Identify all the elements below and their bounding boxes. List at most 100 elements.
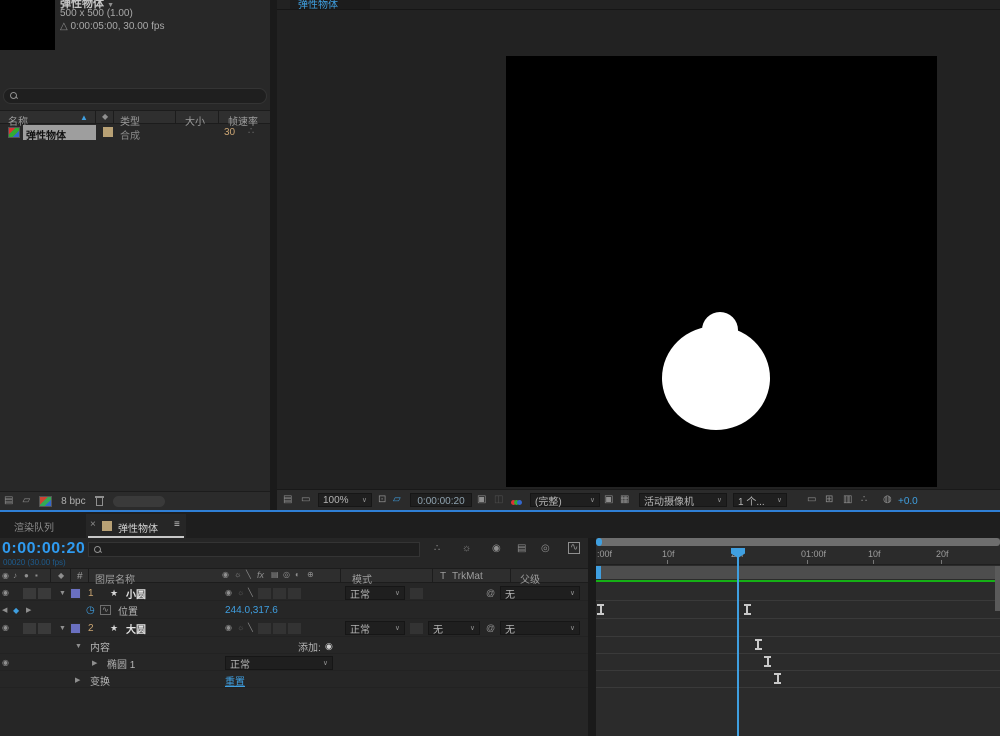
expand-triangle-icon[interactable]: ▶ — [75, 677, 80, 684]
current-timecode[interactable]: 0:00:00:20 — [2, 540, 85, 558]
composition-viewport[interactable] — [506, 56, 937, 487]
panel-menu-icon[interactable]: ≡ — [174, 520, 180, 530]
pixel-aspect-correction-icon[interactable]: ⊞ — [825, 495, 833, 505]
active-camera-dropdown[interactable]: 活动摄像机 ∨ — [639, 493, 727, 507]
exposure-value[interactable]: +0.0 — [898, 496, 918, 507]
av-shy-icon[interactable]: ◉ — [225, 624, 232, 632]
add-shape-icon[interactable]: ◉ — [325, 642, 333, 651]
switch-cell[interactable] — [258, 588, 271, 599]
stacked-windows-icon[interactable]: ▤ — [283, 495, 292, 505]
av-collapse-icon[interactable]: ☼ — [237, 624, 244, 632]
av-shy-icon[interactable]: ◉ — [225, 589, 232, 597]
layer-color-swatch[interactable] — [70, 588, 81, 599]
column-t[interactable]: T — [440, 571, 446, 582]
region-of-interest-icon[interactable]: ⊡ — [378, 495, 386, 505]
monitor-icon[interactable]: ▭ — [301, 495, 310, 505]
layer-row-2[interactable]: ◉ ▼ 2 ★ 大圆 ◉ ☼ ╲ 正常 ∨ 无 ∨ @ — [0, 620, 588, 636]
position-value[interactable]: 244.0,317.6 — [225, 605, 278, 616]
pickwhip-icon[interactable]: @ — [486, 589, 495, 598]
view-count-dropdown[interactable]: 1 个... ∨ — [733, 493, 787, 507]
exposure-shutter-icon[interactable]: ◍ — [883, 495, 892, 505]
work-area-bar[interactable] — [596, 566, 1000, 579]
label-color-swatch[interactable] — [103, 127, 113, 137]
tab-render-queue[interactable]: 渲染队列 — [14, 519, 54, 534]
trkmat-dropdown[interactable]: 无 ∨ — [428, 621, 480, 635]
motion-blur-icon[interactable]: ◎ — [541, 544, 550, 554]
reset-link[interactable]: 重置 — [225, 673, 245, 688]
parent-dropdown[interactable]: 无 ∨ — [500, 586, 580, 600]
draft-3d-icon[interactable]: ☼ — [462, 544, 471, 554]
column-parent[interactable]: 父级 — [520, 571, 540, 586]
navigator-start-handle[interactable] — [596, 538, 602, 546]
work-area-start-handle[interactable] — [596, 566, 601, 579]
graph-include-icon[interactable]: ∿ — [100, 605, 111, 615]
switch-cell[interactable] — [258, 623, 271, 634]
stopwatch-icon[interactable]: ◷ — [86, 605, 95, 616]
bpc-button[interactable]: 8 bpc — [61, 496, 85, 507]
expand-triangle-icon[interactable]: ▼ — [75, 643, 82, 650]
time-ruler[interactable]: :00f 10f 20f 01:00f 10f 20f — [596, 546, 1000, 565]
keyframe-marker[interactable] — [764, 656, 771, 667]
shape-group-name[interactable]: 椭圆 1 — [107, 656, 135, 671]
timeline-flowchart-icon[interactable]: ∴ — [861, 495, 867, 505]
show-channels-icon[interactable] — [511, 497, 520, 508]
panel-divider[interactable] — [270, 0, 277, 510]
trkmat-toggle-cell[interactable] — [410, 623, 423, 634]
property-row-position[interactable]: ◀ ◆ ▶ ◷ ∿ 位置 244.0,317.6 — [0, 602, 588, 618]
magnification-dropdown[interactable]: 100% ∨ — [318, 493, 372, 507]
keyframe-marker[interactable] — [744, 604, 751, 615]
group-name[interactable]: 变换 — [90, 673, 110, 688]
group-row-transform[interactable]: ▶ 变换 重置 — [0, 672, 588, 688]
keyframe-marker[interactable] — [774, 673, 781, 684]
av-collapse-icon[interactable]: ☼ — [237, 589, 244, 597]
interpret-footage-icon[interactable]: ▤ — [4, 496, 13, 506]
expand-triangle-icon[interactable]: ▼ — [59, 625, 66, 632]
flowchart-pill[interactable] — [113, 496, 165, 507]
hide-shy-layers-icon[interactable]: ◉ — [492, 544, 501, 554]
snapshot-camera-icon[interactable]: ▣ — [477, 495, 486, 505]
viewer-timecode[interactable]: 0:00:00:20 — [410, 493, 472, 507]
sort-asc-icon[interactable]: ▲ — [80, 113, 88, 122]
keyframe-marker[interactable] — [755, 639, 762, 650]
timeline-search-input[interactable] — [88, 542, 420, 557]
playhead-line[interactable] — [737, 548, 739, 736]
keyframe-diamond-icon[interactable]: ◆ — [13, 606, 19, 615]
shape-blend-mode-dropdown[interactable]: 正常 ∨ — [225, 656, 333, 670]
transparency-grid-icon[interactable]: ▦ — [620, 495, 629, 505]
frame-blending-icon[interactable]: ▤ — [517, 544, 526, 554]
fast-previews-icon[interactable]: ▥ — [843, 495, 852, 505]
column-mode[interactable]: 模式 — [352, 571, 372, 586]
resolution-dropdown[interactable]: (完整) ∨ — [530, 493, 600, 507]
graph-editor-icon[interactable]: ∿ — [568, 542, 580, 554]
blend-mode-dropdown[interactable]: 正常 ∨ — [345, 621, 405, 635]
new-composition-icon[interactable] — [39, 496, 52, 507]
eye-icon[interactable]: ◉ — [2, 589, 9, 597]
flowchart-icon[interactable]: ∴ — [248, 127, 254, 137]
project-item-row[interactable]: 弹性物体 合成 30 ∴ — [0, 125, 270, 141]
av-quality-icon[interactable]: ╲ — [248, 624, 253, 632]
group-name[interactable]: 内容 — [90, 639, 110, 654]
eye-icon[interactable]: ◉ — [2, 659, 9, 667]
mask-visibility-icon[interactable]: ▱ — [393, 495, 401, 505]
av-quality-icon[interactable]: ╲ — [248, 589, 253, 597]
group-row-contents[interactable]: ▼ 内容 添加: ◉ — [0, 638, 588, 654]
column-trkmat[interactable]: TrkMat — [452, 571, 483, 582]
lock-cell[interactable] — [38, 623, 51, 634]
prev-keyframe-icon[interactable]: ◀ — [2, 607, 7, 614]
solo-cell[interactable] — [23, 588, 36, 599]
lock-cell[interactable] — [38, 588, 51, 599]
group-row-ellipse[interactable]: ◉ ▶ 椭圆 1 正常 ∨ — [0, 655, 588, 671]
view-layout-icon[interactable]: ▭ — [807, 495, 816, 505]
project-search-input[interactable] — [3, 88, 267, 104]
expand-triangle-icon[interactable]: ▶ — [92, 660, 97, 667]
pickwhip-icon[interactable]: @ — [486, 624, 495, 633]
composition-tab[interactable]: 弹性物体 — [290, 0, 370, 9]
show-snapshot-icon[interactable]: ◫ — [494, 495, 503, 505]
layer-name[interactable]: 大圆 — [126, 621, 146, 636]
trkmat-empty-cell[interactable] — [410, 588, 423, 599]
eye-icon[interactable]: ◉ — [2, 624, 9, 632]
add-label[interactable]: 添加: — [298, 639, 321, 654]
project-item-name[interactable]: 弹性物体 — [23, 125, 96, 140]
switch-cell[interactable] — [288, 623, 301, 634]
property-name[interactable]: 位置 — [118, 603, 138, 618]
